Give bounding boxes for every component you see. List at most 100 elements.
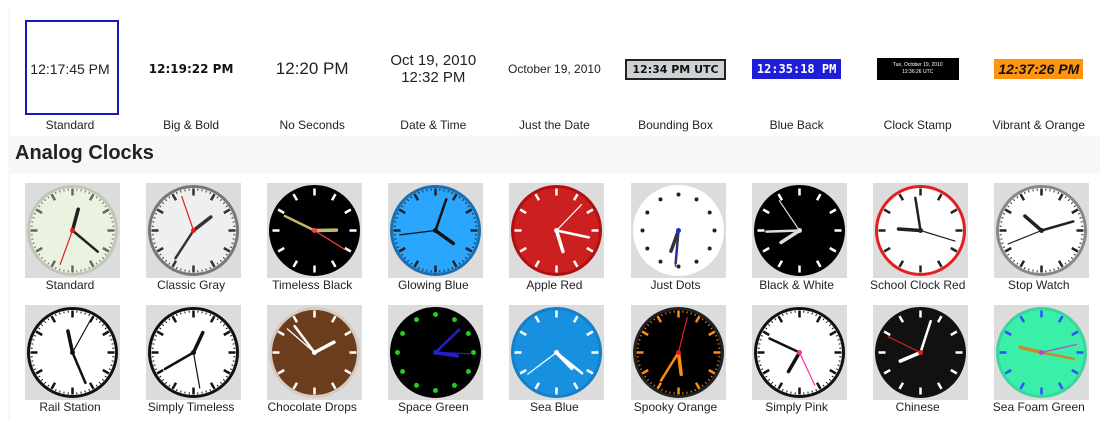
analog-clock-thumbnail <box>751 305 847 400</box>
analog-clock-thumbnail <box>25 305 120 400</box>
analog-clock-label: Sea Blue <box>530 400 579 414</box>
digital-clock-line: 12:36:26 UTC <box>902 69 934 75</box>
analog-clock-face-icon <box>148 307 240 398</box>
digital-clock-box[interactable]: 12:34 PM UTC Bounding Box <box>616 8 736 136</box>
analog-clock-face-icon <box>753 307 845 398</box>
analog-clock-option[interactable]: Timeless Black <box>252 174 372 294</box>
analog-clock-face-icon <box>632 185 724 276</box>
analog-clock-face-icon <box>874 307 966 398</box>
analog-clock-option[interactable]: Apple Red <box>494 174 614 294</box>
digital-clock-label: Just the Date <box>519 118 590 132</box>
digital-clock-time-text: 12:17:45 PM <box>30 61 109 77</box>
digital-clock-line: 12:35:18 PM <box>756 62 837 76</box>
digital-clock-label: Clock Stamp <box>883 118 952 132</box>
analog-clock-label: Timeless Black <box>272 278 353 292</box>
analog-clock-thumbnail <box>509 305 605 400</box>
digital-clock-line: 12:20 PM <box>275 59 349 78</box>
digital-clock-display: 12:35:18 PM <box>737 20 857 118</box>
analog-clock-thumbnail <box>146 305 242 400</box>
digital-clock-line: October 19, 2010 <box>508 62 601 76</box>
digital-clock-noseconds[interactable]: 12:20 PM No Seconds <box>252 8 372 136</box>
analog-clock-face-icon <box>27 307 118 398</box>
digital-clock-line: Tue, October 19, 2010 <box>892 62 943 68</box>
analog-clock-option[interactable]: School Clock Red <box>858 174 978 294</box>
analog-clocks-grid: Standard Classic Gray Timeless Black Glowin… <box>10 174 1100 421</box>
digital-clock-orange[interactable]: 12:37:26 PM Vibrant & Orange <box>979 8 1099 136</box>
digital-clock-stamp[interactable]: Tue, October 19, 2010 12:36:26 UTC Clock S… <box>858 8 978 136</box>
analog-clock-thumbnail <box>388 183 484 278</box>
analog-clock-option[interactable]: Simply Timeless <box>131 296 251 416</box>
analog-clock-label: Simply Timeless <box>147 400 235 414</box>
analog-clock-option[interactable]: Classic Gray <box>131 174 251 294</box>
analog-clock-option[interactable]: Standard <box>10 174 130 294</box>
analog-clock-option[interactable]: Chinese <box>858 296 978 416</box>
digital-clock-time-text: 12:20 PM <box>276 59 349 79</box>
digital-clock-time-text: Tue, October 19, 2010 12:36:26 UTC <box>876 58 959 80</box>
analog-clock-option[interactable]: Space Green <box>373 296 493 416</box>
digital-clock-label: Blue Back <box>769 118 824 132</box>
analog-clock-face-icon <box>632 307 724 398</box>
analog-clock-option[interactable]: Rail Station <box>10 296 130 416</box>
analog-clock-option[interactable]: Just Dots <box>616 174 736 294</box>
analog-clock-label: Sea Foam Green <box>992 400 1085 414</box>
analog-clock-face-icon <box>390 307 482 398</box>
analog-clock-option[interactable]: Stop Watch <box>979 174 1099 294</box>
analog-clock-face-icon <box>874 185 966 276</box>
analog-clock-face-icon <box>995 307 1087 398</box>
analog-clock-thumbnail <box>630 305 726 400</box>
digital-clock-time-text: 12:35:18 PM <box>751 59 842 79</box>
analog-clock-label: Spooky Orange <box>633 400 718 414</box>
digital-clock-label: Bounding Box <box>638 118 713 132</box>
analog-clock-thumbnail <box>25 183 120 278</box>
analog-clock-face-icon <box>995 185 1087 276</box>
digital-clock-label: Date & Time <box>400 118 467 132</box>
digital-clock-display: 12:19:22 PM <box>131 20 251 118</box>
analog-clock-thumbnail <box>146 183 242 278</box>
analog-clock-label: Rail Station <box>39 400 101 414</box>
analog-clock-label: Just Dots <box>650 278 701 292</box>
analog-clock-label: Simply Pink <box>765 400 828 414</box>
digital-clock-label: Big & Bold <box>163 118 220 132</box>
digital-clock-label: Vibrant & Orange <box>992 118 1086 132</box>
digital-clock-line: 12:19:22 PM <box>148 62 234 76</box>
analog-clock-option[interactable]: Sea Blue <box>494 296 614 416</box>
digital-clock-bold[interactable]: 12:19:22 PM Big & Bold <box>131 8 251 136</box>
analog-clock-face-icon <box>511 307 603 398</box>
digital-clocks-row: 12:17:45 PM Standard 12:19:22 PM Big & Bold… <box>10 8 1100 136</box>
analog-clock-thumbnail <box>509 183 605 278</box>
digital-clock-line: Oct 19, 2010 <box>390 52 477 69</box>
digital-clock-display: Oct 19, 2010 12:32 PM <box>373 20 493 118</box>
analog-clock-label: School Clock Red <box>869 278 966 292</box>
analog-clock-option[interactable]: Simply Pink <box>737 296 857 416</box>
analog-clock-label: Chinese <box>895 400 940 414</box>
analog-clock-label: Stop Watch <box>1008 278 1070 292</box>
analog-clock-face-icon <box>27 185 118 276</box>
analog-clock-label: Classic Gray <box>157 278 226 292</box>
digital-clock-display: 12:20 PM <box>252 20 372 118</box>
analog-clock-label: Standard <box>45 278 95 292</box>
digital-clock-blue[interactable]: 12:35:18 PM Blue Back <box>737 8 857 136</box>
digital-clock-display: 12:17:45 PM <box>10 20 130 118</box>
digital-clock-date[interactable]: October 19, 2010 Just the Date <box>494 8 614 136</box>
analog-clock-face-icon <box>390 185 482 276</box>
digital-clock-label: No Seconds <box>279 118 345 132</box>
analog-clock-face-icon <box>753 185 845 276</box>
analog-clock-thumbnail <box>630 183 726 278</box>
analog-clock-face-icon <box>148 185 240 276</box>
digital-clock-time-text: 12:34 PM UTC <box>625 58 726 80</box>
analog-clock-thumbnail <box>872 183 968 278</box>
analog-clock-option[interactable]: Black & White <box>737 174 857 294</box>
digital-clock-line: 12:17:45 PM <box>30 61 110 77</box>
analog-clock-label: Chocolate Drops <box>267 400 357 414</box>
digital-clock-display: 12:34 PM UTC <box>616 20 736 118</box>
digital-clock-standard[interactable]: 12:17:45 PM Standard <box>10 8 130 136</box>
digital-clock-datetime[interactable]: Oct 19, 2010 12:32 PM Date & Time <box>373 8 493 136</box>
analog-clock-thumbnail <box>872 305 968 400</box>
analog-clock-option[interactable]: Chocolate Drops <box>252 296 372 416</box>
analog-clock-option[interactable]: Sea Foam Green <box>979 296 1099 416</box>
analog-clock-option[interactable]: Glowing Blue <box>373 174 493 294</box>
analog-clock-thumbnail <box>267 305 363 400</box>
analog-clock-option[interactable]: Spooky Orange <box>616 296 736 416</box>
digital-clock-time-text: 12:37:26 PM <box>994 59 1084 79</box>
digital-clock-time-text: 12:19:22 PM <box>149 62 234 76</box>
